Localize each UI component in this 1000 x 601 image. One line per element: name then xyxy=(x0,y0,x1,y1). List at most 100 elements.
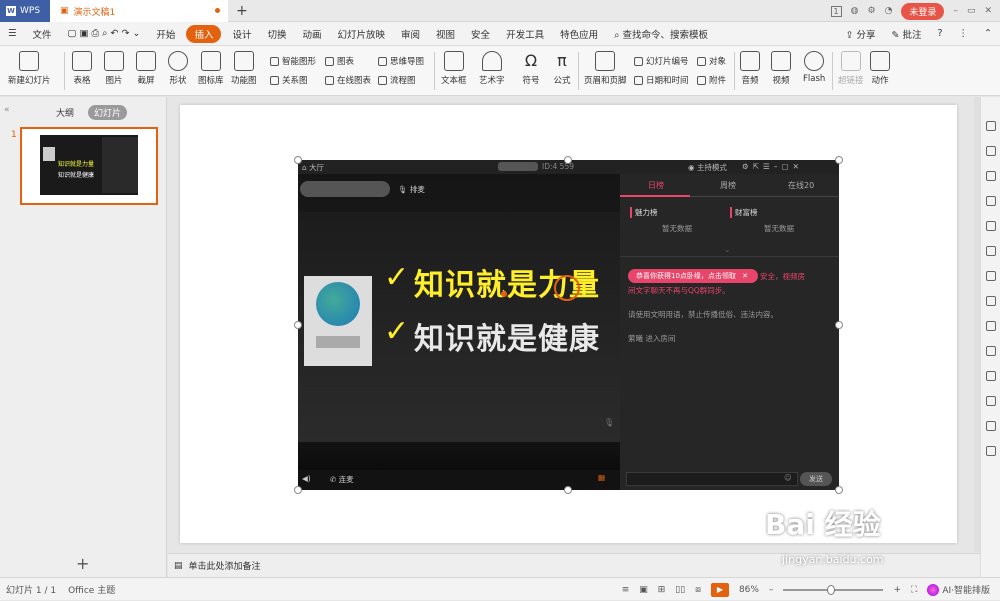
flash-button[interactable]: Flash xyxy=(803,51,825,84)
resize-handle-ne[interactable] xyxy=(835,156,843,164)
normal-view-icon[interactable]: ▣ xyxy=(639,585,648,595)
fill-icon[interactable] xyxy=(986,196,996,206)
history-icon[interactable] xyxy=(986,421,996,431)
menu-developer[interactable]: 开发工具 xyxy=(498,27,552,41)
document-tab[interactable]: ▣ 演示文稿1 xyxy=(50,0,228,22)
crop-icon[interactable] xyxy=(986,271,996,281)
shape-style-icon[interactable] xyxy=(986,171,996,181)
image-icon[interactable] xyxy=(986,346,996,356)
quick-access-icons[interactable]: ▢ ▣ ⎙ ⌕ ↶ ↷ ⌄ xyxy=(60,28,149,39)
zoom-out-button[interactable]: – xyxy=(769,585,774,595)
inserted-screenshot[interactable]: ⌂ 大厅 ID:4 559 ◉ 主持模式 ⚙⇱☰–▢✕ 🎙 排麦 ✓ 知识就是力… xyxy=(298,160,839,490)
export-icon[interactable] xyxy=(986,296,996,306)
settings-icon[interactable]: ⚙ xyxy=(867,6,875,16)
menu-animation[interactable]: 动画 xyxy=(294,27,329,41)
resize-handle-n[interactable] xyxy=(564,156,572,164)
slide-thumbnail[interactable]: 知识就是力量 知识就是健康 xyxy=(20,127,158,205)
resize-handle-nw[interactable] xyxy=(294,156,302,164)
menu-file[interactable]: 文件 xyxy=(25,27,60,41)
table-button[interactable]: 表格 xyxy=(72,51,92,86)
smart-graphic-button[interactable]: 智能图形 xyxy=(270,55,316,67)
reading-view-icon[interactable]: ▯▯ xyxy=(675,585,685,595)
zoom-knob[interactable] xyxy=(827,584,836,595)
resize-handle-w[interactable] xyxy=(294,321,302,329)
pin-icon[interactable] xyxy=(986,121,996,131)
command-search[interactable]: ⌕ 查找命令、搜索模板 xyxy=(606,27,716,41)
rotate-handle[interactable] xyxy=(501,291,507,297)
shape-button[interactable]: 形状 xyxy=(168,51,188,86)
menu-insert[interactable]: 插入 xyxy=(186,24,222,43)
menu-review[interactable]: 审阅 xyxy=(393,27,428,41)
hyperlink-button[interactable]: 超链接 xyxy=(838,51,864,86)
collapse-panel-icon[interactable]: « xyxy=(4,105,10,115)
layers-icon[interactable] xyxy=(986,146,996,156)
symbol-button[interactable]: Ω 符号 xyxy=(521,51,541,86)
date-time-button[interactable]: 日期和时间 xyxy=(634,74,689,86)
slide-number-button[interactable]: 幻灯片编号 xyxy=(634,55,689,67)
box-icon[interactable] xyxy=(986,321,996,331)
more-icon[interactable]: ⋮ xyxy=(951,28,977,39)
menu-design[interactable]: 设计 xyxy=(224,27,259,41)
fit-window-icon[interactable]: ⛶ xyxy=(911,585,917,595)
menu-transition[interactable]: 切换 xyxy=(259,27,294,41)
function-chart-button[interactable]: 功能图 xyxy=(231,51,257,86)
relation-chart-button[interactable]: 关系图 xyxy=(270,74,308,86)
resize-handle-se[interactable] xyxy=(835,486,843,494)
online-chart-button[interactable]: 在线图表 xyxy=(325,74,371,86)
menu-slideshow[interactable]: 幻灯片放映 xyxy=(330,27,394,41)
skin-icon[interactable]: ◍ xyxy=(851,6,859,16)
flowchart-button[interactable]: 流程图 xyxy=(378,74,416,86)
magic-icon[interactable] xyxy=(986,221,996,231)
zoom-in-button[interactable]: + xyxy=(893,585,901,595)
new-tab-button[interactable]: + xyxy=(236,3,248,19)
formula-button[interactable]: π 公式 xyxy=(552,51,572,86)
wps-home-tab[interactable]: W WPS xyxy=(0,0,50,22)
screenshot-button[interactable]: 截屏 xyxy=(136,51,156,86)
resize-handle-sw[interactable] xyxy=(294,486,302,494)
comment-button[interactable]: ✎ 批注 xyxy=(883,27,929,41)
tab-slides[interactable]: 幻灯片 xyxy=(88,105,128,120)
account-icon[interactable]: ◔ xyxy=(885,6,893,16)
picture-button[interactable]: 图片 xyxy=(104,51,124,86)
menu-security[interactable]: 安全 xyxy=(463,27,498,41)
help-icon[interactable]: ? xyxy=(929,28,950,39)
zoom-slider[interactable] xyxy=(783,584,884,595)
chart-button[interactable]: 图表 xyxy=(325,55,354,67)
grid-icon[interactable] xyxy=(986,446,996,456)
share-button[interactable]: ⇪ 分享 xyxy=(837,27,883,41)
collapse-ribbon-icon[interactable]: ⌃ xyxy=(976,28,1000,39)
hamburger-icon[interactable]: ☰ xyxy=(0,28,25,39)
resize-handle-s[interactable] xyxy=(564,486,572,494)
adjust-icon[interactable] xyxy=(986,246,996,256)
action-button[interactable]: 动作 xyxy=(870,51,890,86)
table-icon[interactable] xyxy=(986,396,996,406)
new-slide-button[interactable]: 新建幻灯片 xyxy=(8,51,51,86)
sorter-view-icon[interactable]: ⊞ xyxy=(658,585,666,595)
resize-handle-e[interactable] xyxy=(835,321,843,329)
header-footer-button[interactable]: 页眉和页脚 xyxy=(584,51,627,86)
tab-outline[interactable]: 大纲 xyxy=(50,105,80,120)
align-icon[interactable]: ≡ xyxy=(622,585,630,595)
textbox-button[interactable]: 文本框 xyxy=(441,51,467,86)
ai-layout-button[interactable]: AI·智能排版 xyxy=(927,583,990,596)
menu-features[interactable]: 特色应用 xyxy=(552,27,606,41)
zoom-level[interactable]: 86% xyxy=(739,585,759,595)
menu-view[interactable]: 视图 xyxy=(428,27,463,41)
notes-view-icon[interactable]: ⧈ xyxy=(695,585,701,595)
wordart-button[interactable]: 艺术字 xyxy=(479,51,505,86)
mindmap-button[interactable]: 思维导图 xyxy=(378,55,424,67)
menu-start[interactable]: 开始 xyxy=(148,27,183,41)
add-slide-button[interactable]: + xyxy=(76,554,89,573)
sound-icon[interactable] xyxy=(986,371,996,381)
close-icon[interactable]: ✕ xyxy=(984,6,992,16)
maximize-icon[interactable]: ▭ xyxy=(967,6,976,16)
play-slideshow-button[interactable]: ▶ xyxy=(710,582,729,597)
object-button[interactable]: 对象 xyxy=(697,55,726,67)
attachment-button[interactable]: 附件 xyxy=(697,74,726,86)
login-button[interactable]: 未登录 xyxy=(901,2,945,20)
minimize-icon[interactable]: – xyxy=(953,6,958,16)
video-button[interactable]: 视频 xyxy=(771,51,791,86)
audio-button[interactable]: 音频 xyxy=(740,51,760,86)
icon-library-button[interactable]: 图标库 xyxy=(198,51,224,86)
window-count-badge[interactable]: 1 xyxy=(830,5,842,17)
